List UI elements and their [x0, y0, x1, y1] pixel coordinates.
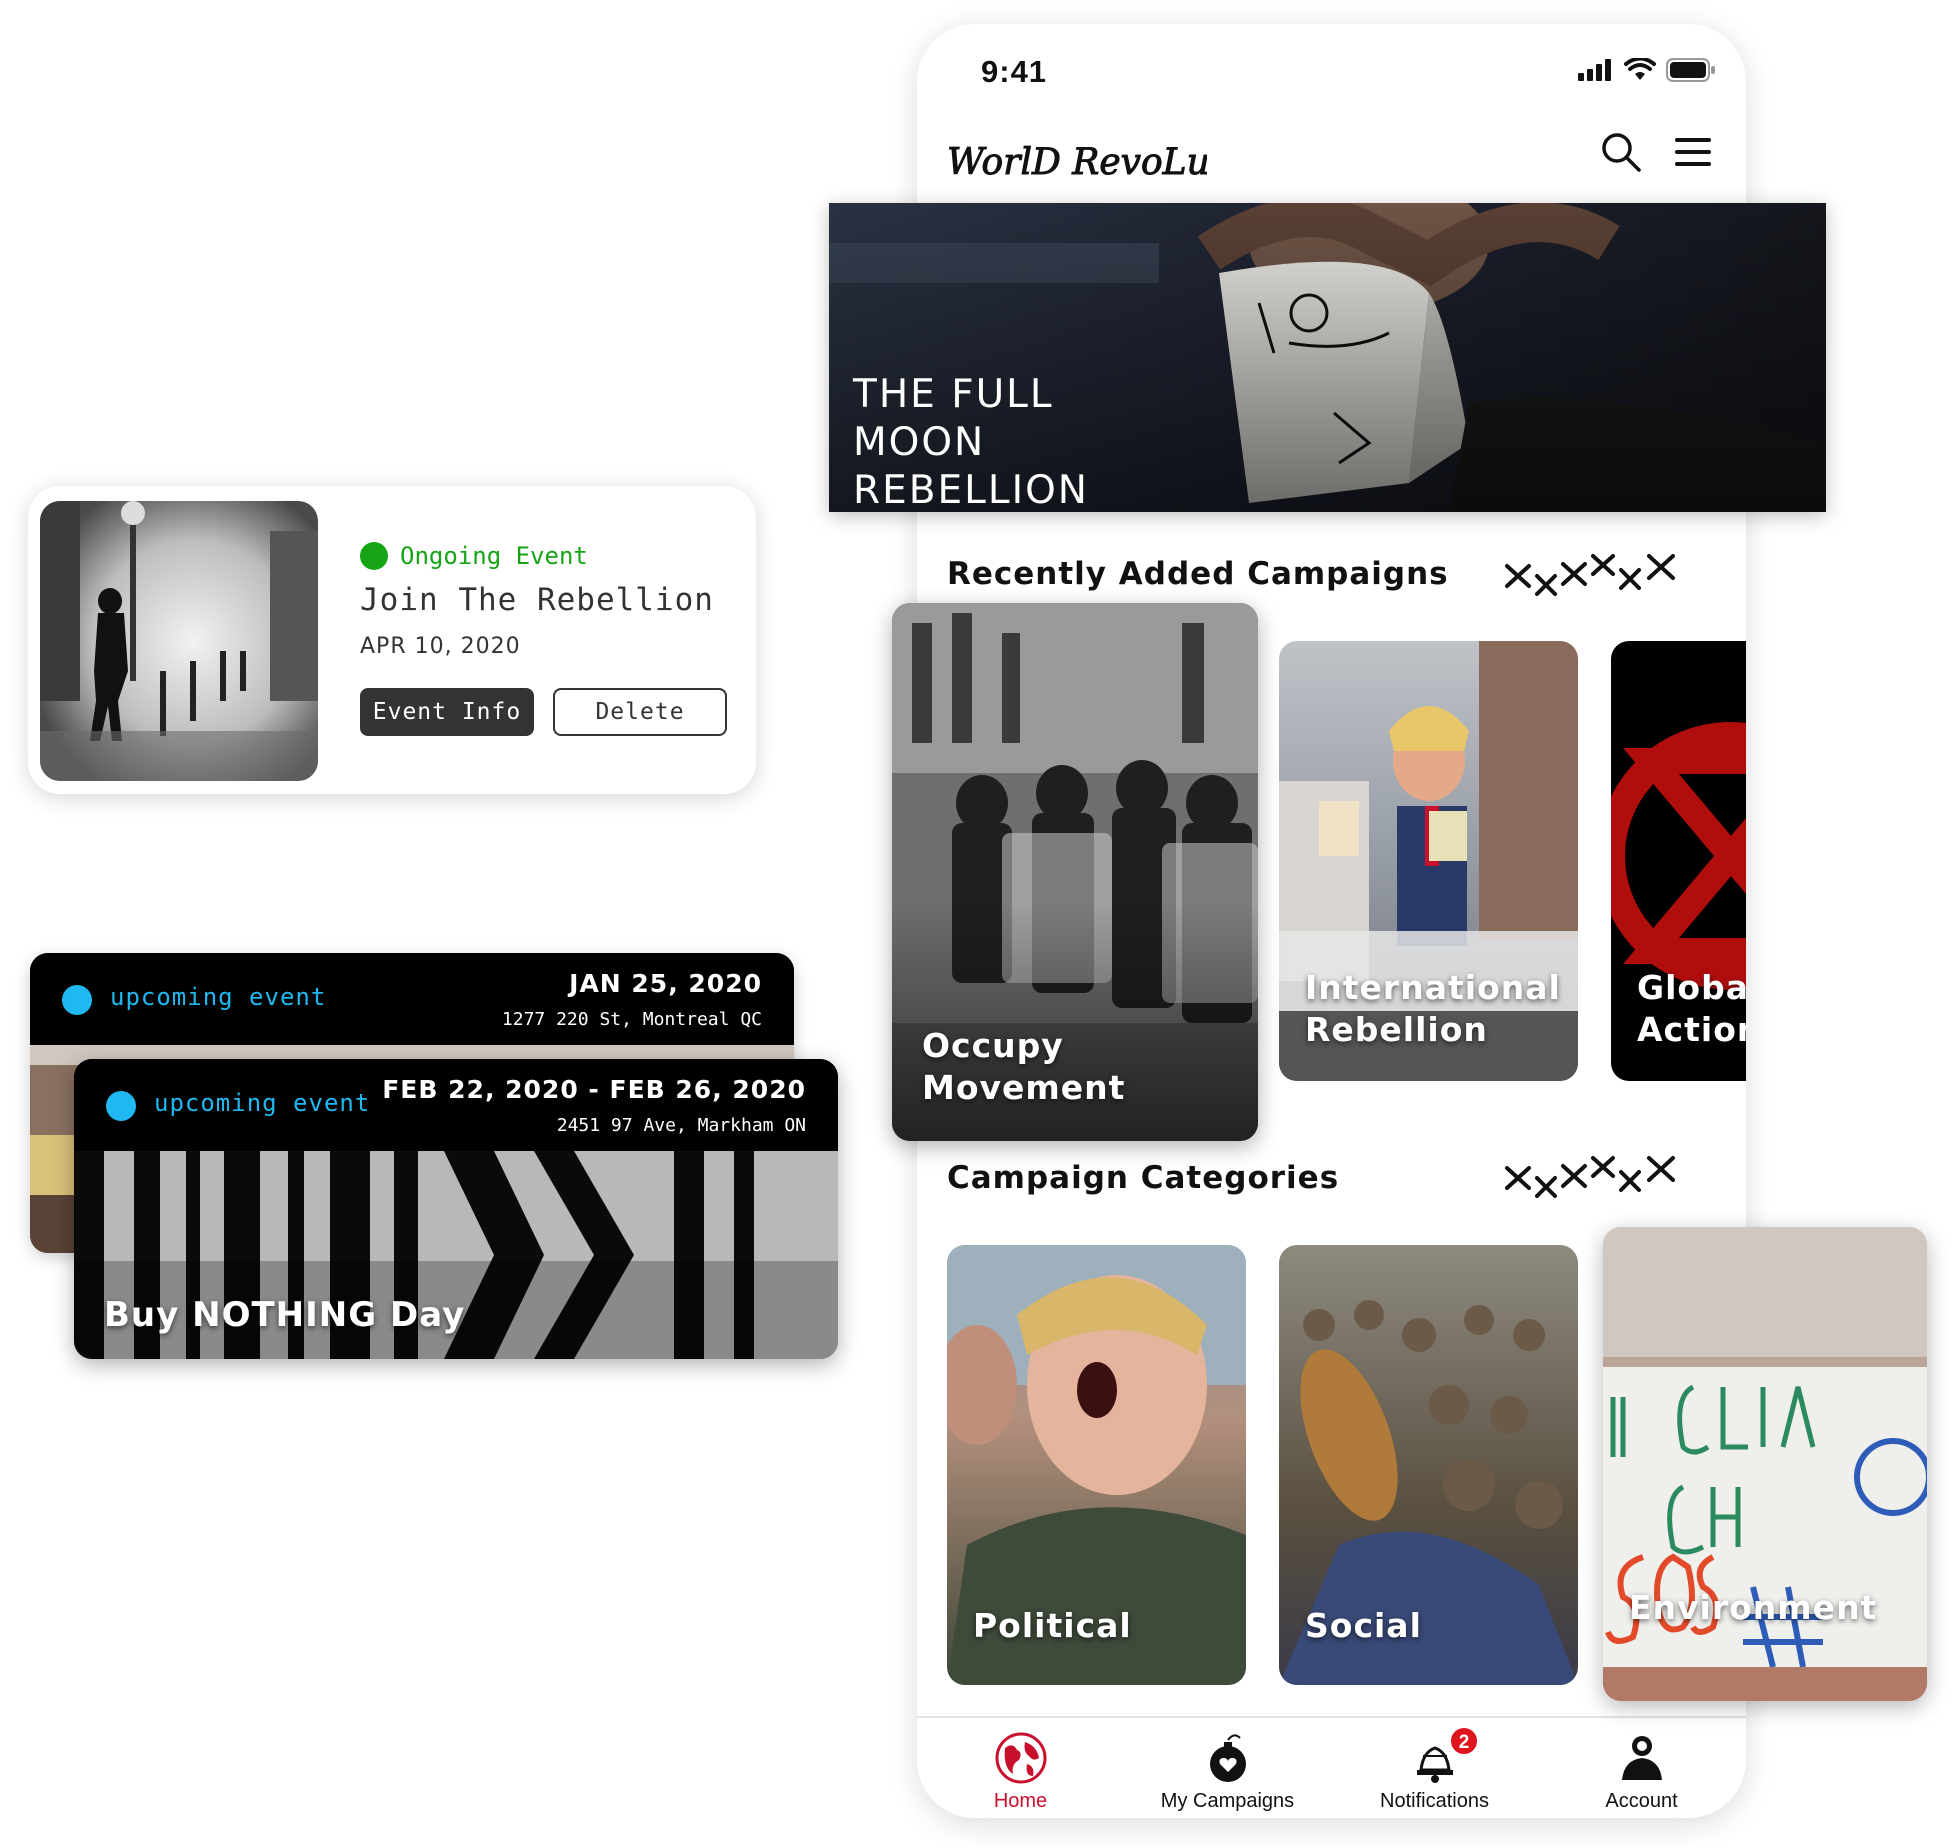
recent-campaigns-title: Recently Added Campaigns — [947, 556, 1449, 592]
globe-home-icon — [995, 1732, 1046, 1784]
campaign-card-global[interactable]: Global Action — [1611, 641, 1746, 1081]
tab-my-campaigns[interactable]: My Campaigns — [1124, 1718, 1331, 1818]
upcoming-event-address: 1277 220 St, Montreal QC — [501, 1009, 762, 1030]
upcoming-event-address: 2451 97 Ave, Markham ON — [556, 1115, 806, 1136]
campaign-label-global: Global Action — [1637, 968, 1746, 1049]
bottom-tab-bar: Home My Campaigns 2 Notifications Accoun… — [917, 1716, 1746, 1818]
tab-label-home: Home — [993, 1790, 1048, 1812]
account-icon — [1621, 1736, 1662, 1780]
hero-title: THE FULL MOON REBELLION — [853, 372, 1089, 512]
upcoming-event-header: upcoming event JAN 25, 2020 1277 220 St,… — [30, 953, 794, 1045]
wifi-icon — [1624, 58, 1656, 80]
scribble-decoration — [1505, 554, 1675, 596]
tab-label-account: Account — [1605, 1790, 1678, 1812]
bomb-heart-icon — [1209, 1734, 1246, 1782]
upcoming-event-date: JAN 25, 2020 — [569, 969, 762, 998]
tab-notifications[interactable]: 2 Notifications — [1331, 1718, 1538, 1818]
notification-badge: 2 — [1449, 1726, 1479, 1756]
signal-icon — [1578, 59, 1611, 81]
world-revolution-logo[interactable]: WorlD RevoLuTioN — [947, 124, 1207, 194]
event-status: Ongoing Event — [360, 542, 588, 570]
campaign-label-international: International Rebellion — [1305, 968, 1561, 1049]
upcoming-event-date: FEB 22, 2020 - FEB 26, 2020 — [382, 1075, 806, 1104]
status-dot — [62, 985, 92, 1015]
event-photo — [40, 501, 318, 781]
category-card-environment[interactable]: Environment — [1603, 1227, 1927, 1701]
event-status-label: Ongoing Event — [400, 542, 588, 570]
upcoming-event-status: upcoming event — [110, 983, 327, 1011]
event-info-button[interactable]: Event Info — [360, 688, 534, 736]
status-icons — [1578, 58, 1716, 82]
upcoming-event-header: upcoming event FEB 22, 2020 - FEB 26, 20… — [74, 1059, 838, 1151]
category-label-environment: Environment — [1629, 1588, 1878, 1627]
scribble-decoration — [1505, 1156, 1675, 1198]
category-card-social[interactable]: Social — [1279, 1245, 1578, 1685]
menu-icon[interactable] — [1673, 134, 1713, 170]
campaign-card-occupy[interactable]: Occupy Movement — [892, 603, 1258, 1141]
category-photo — [1603, 1227, 1927, 1701]
status-time: 9:41 — [981, 54, 1048, 89]
upcoming-event-card[interactable]: upcoming event FEB 22, 2020 - FEB 26, 20… — [74, 1059, 838, 1359]
battery-icon — [1666, 58, 1715, 82]
tab-home[interactable]: Home — [917, 1718, 1124, 1818]
status-dot — [106, 1091, 136, 1121]
delete-button[interactable]: Delete — [553, 688, 727, 736]
event-date: APR 10, 2020 — [360, 634, 521, 659]
tab-label-notifications: Notifications — [1380, 1790, 1489, 1812]
status-dot — [360, 542, 388, 570]
search-icon[interactable] — [1599, 130, 1643, 174]
category-label-social: Social — [1305, 1606, 1422, 1645]
campaign-label-occupy: Occupy Movement — [922, 1026, 1126, 1107]
tab-account[interactable]: Account — [1538, 1718, 1745, 1818]
campaign-categories-title: Campaign Categories — [947, 1160, 1340, 1196]
logo-text: WorlD RevoLuTioN — [947, 142, 1207, 183]
event-title: Join The Rebellion — [360, 582, 714, 618]
upcoming-event-name: Buy NOTHING Day — [104, 1295, 466, 1335]
tab-label-my-campaigns: My Campaigns — [1160, 1790, 1295, 1812]
ongoing-event-card[interactable]: Ongoing Event Join The Rebellion APR 10,… — [28, 486, 756, 794]
hero-banner[interactable]: THE FULL MOON REBELLION — [829, 203, 1826, 512]
category-card-political[interactable]: Political — [947, 1245, 1246, 1685]
upcoming-event-status: upcoming event — [154, 1089, 371, 1117]
category-label-political: Political — [973, 1606, 1132, 1645]
campaign-card-international[interactable]: International Rebellion — [1279, 641, 1578, 1081]
